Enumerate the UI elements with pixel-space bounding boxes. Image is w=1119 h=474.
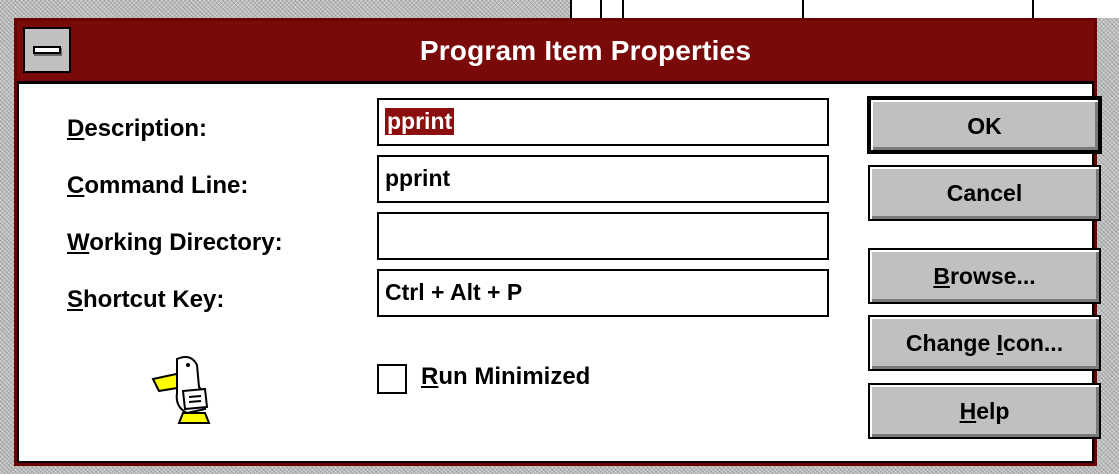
- help-mnemonic: H: [959, 398, 977, 424]
- change-icon-button[interactable]: Change Icon...: [868, 315, 1101, 371]
- description-label-mnemonic: D: [67, 115, 85, 142]
- pelican-program-icon: [151, 356, 211, 424]
- description-value: pprint: [385, 108, 455, 135]
- program-item-properties-dialog: Program Item Properties Description: Com…: [14, 18, 1102, 466]
- shortcut-key-label-text: hortcut Key:: [83, 286, 225, 313]
- browse-text: rowse...: [949, 263, 1036, 289]
- working-directory-field[interactable]: [377, 212, 829, 260]
- help-button[interactable]: Help: [868, 383, 1101, 439]
- description-field[interactable]: pprint: [377, 98, 829, 146]
- run-minimized-text: un Minimized: [438, 363, 591, 390]
- change-icon-text: con...: [1003, 330, 1064, 356]
- browse-button[interactable]: Browse...: [868, 248, 1101, 304]
- browse-mnemonic: B: [933, 263, 950, 289]
- help-text: elp: [976, 398, 1010, 424]
- cancel-button[interactable]: Cancel: [868, 165, 1101, 221]
- command-line-label: Command Line:: [67, 172, 248, 200]
- working-directory-label: Working Directory:: [67, 229, 283, 257]
- command-line-field[interactable]: pprint: [377, 155, 829, 203]
- window-title: Program Item Properties: [419, 35, 752, 66]
- system-menu-icon[interactable]: [23, 27, 71, 73]
- title-bar[interactable]: Program Item Properties: [17, 21, 1094, 84]
- change-icon-prefix: Change: [905, 330, 997, 356]
- command-line-label-mnemonic: C: [67, 172, 85, 199]
- command-line-label-text: ommand Line:: [84, 172, 249, 199]
- ok-button[interactable]: OK: [867, 96, 1102, 154]
- shortcut-key-label-mnemonic: S: [67, 286, 84, 313]
- working-directory-label-text: orking Directory:: [89, 229, 283, 256]
- shortcut-key-label: Shortcut Key:: [67, 286, 224, 314]
- shortcut-key-value: Ctrl + Alt + P: [385, 279, 523, 305]
- background-window-edge: [570, 0, 1119, 18]
- run-minimized-label[interactable]: Run Minimized: [421, 363, 590, 391]
- command-line-value: pprint: [385, 165, 451, 191]
- description-label-text: escription:: [84, 115, 208, 142]
- shortcut-key-field[interactable]: Ctrl + Alt + P: [377, 269, 829, 317]
- working-directory-label-mnemonic: W: [67, 229, 90, 256]
- run-minimized-mnemonic: R: [421, 363, 439, 390]
- description-label: Description:: [67, 115, 207, 143]
- run-minimized-checkbox[interactable]: [377, 364, 407, 394]
